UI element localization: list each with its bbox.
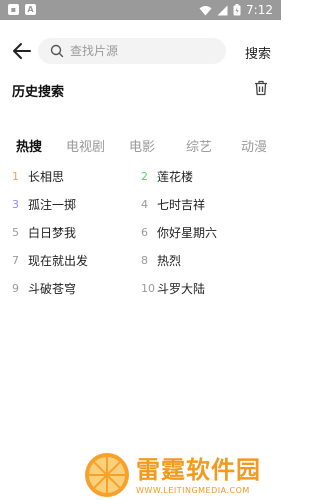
- rank-number: 9: [12, 282, 19, 295]
- rank-number: 1: [12, 170, 19, 183]
- search-input[interactable]: [70, 44, 210, 58]
- app-a-icon: A: [25, 4, 36, 15]
- watermark: 雷霆软件园 WWW.LEITINGMEDIA.COM: [84, 452, 260, 498]
- rank-number: 2: [141, 170, 148, 183]
- hot-title: 你好星期六: [157, 226, 218, 240]
- tab-tv-series[interactable]: 电视剧: [66, 136, 105, 155]
- rank-number: 8: [141, 254, 148, 267]
- signal-icon: [217, 5, 228, 15]
- hot-title: 孤注一掷: [28, 198, 77, 212]
- rank-number: 4: [141, 198, 148, 211]
- hot-list-item[interactable]: 5 白日梦我: [12, 224, 76, 241]
- trash-icon[interactable]: [254, 80, 268, 96]
- watermark-url: WWW.LEITINGMEDIA.COM: [136, 486, 250, 495]
- tab-variety[interactable]: 综艺: [186, 136, 212, 155]
- hot-list-item[interactable]: 9 斗破苍穹: [12, 280, 76, 297]
- rank-number: 6: [141, 226, 148, 239]
- history-title: 历史搜索: [12, 85, 65, 100]
- search-bar[interactable]: [38, 38, 226, 64]
- rank-number: 10: [141, 282, 155, 295]
- hot-title: 长相思: [28, 170, 65, 184]
- hot-list-item[interactable]: 1 长相思: [12, 168, 64, 185]
- hot-list-item[interactable]: 8 热烈: [141, 252, 181, 269]
- category-tabs: 热搜 电视剧 电影 综艺 动漫: [0, 136, 281, 156]
- hot-title: 斗破苍穹: [28, 282, 77, 296]
- rank-number: 7: [12, 254, 19, 267]
- hot-list-item[interactable]: 10 斗罗大陆: [141, 280, 205, 297]
- hot-title: 莲花楼: [157, 170, 194, 184]
- status-time: 7:12: [246, 3, 273, 17]
- battery-icon: [233, 4, 241, 16]
- hot-title: 七时吉祥: [157, 198, 206, 212]
- wifi-icon: [199, 5, 212, 15]
- tab-hot[interactable]: 热搜: [16, 136, 42, 155]
- rank-number: 5: [12, 226, 19, 239]
- hot-list-item[interactable]: 6 你好星期六: [141, 224, 217, 241]
- back-arrow-icon: [13, 43, 31, 59]
- watermark-name: 雷霆软件园: [136, 456, 261, 484]
- hot-list-item[interactable]: 4 七时吉祥: [141, 196, 205, 213]
- hot-list-item[interactable]: 2 莲花楼: [141, 168, 193, 185]
- hot-title: 现在就出发: [28, 254, 89, 268]
- tab-anime[interactable]: 动漫: [241, 136, 267, 155]
- notification-icon: ▪: [8, 4, 19, 15]
- hot-list-item[interactable]: 3 孤注一掷: [12, 196, 76, 213]
- hot-list-item[interactable]: 7 现在就出发: [12, 252, 88, 269]
- tab-movies[interactable]: 电影: [129, 136, 155, 155]
- rank-number: 3: [12, 198, 19, 211]
- hot-title: 斗罗大陆: [157, 282, 206, 296]
- hot-title: 白日梦我: [28, 226, 77, 240]
- back-button[interactable]: [10, 40, 34, 62]
- hot-title: 热烈: [157, 254, 182, 268]
- orange-slice-logo-icon: [85, 453, 129, 497]
- search-button[interactable]: 搜索: [245, 43, 271, 62]
- search-icon: [50, 44, 64, 58]
- status-bar: ▪ A 7:12: [0, 0, 281, 20]
